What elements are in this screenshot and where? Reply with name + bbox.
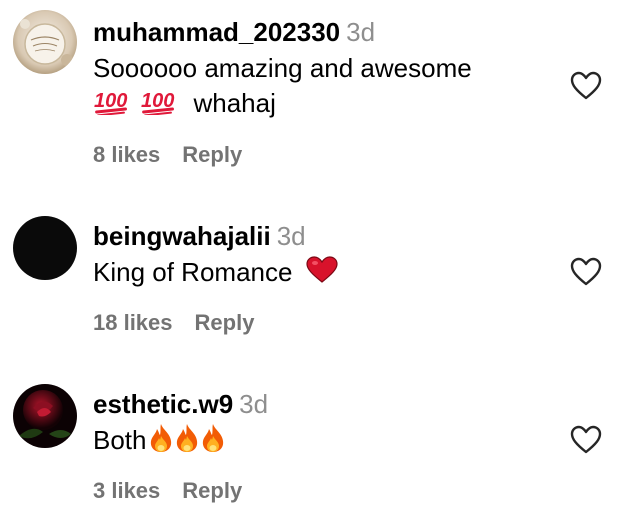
avatar-rose-image [13,384,77,448]
fire-icon [148,423,174,461]
username-text[interactable]: muhammad_202330 [93,17,340,47]
like-button[interactable] [570,425,602,455]
heart-outline-icon [570,71,602,100]
comment-text: Both [93,423,226,461]
comment-username[interactable]: muhammad_202330 3d [93,16,375,48]
comment-timestamp: 3d [276,221,306,251]
comment-meta: 8 likes Reply [93,141,242,169]
comment-text-line: Both [93,425,147,455]
comment-meta: 3 likes Reply [93,477,242,505]
comment-username[interactable]: beingwahajalii 3d [93,220,306,252]
reply-button[interactable]: Reply [182,142,242,167]
avatar[interactable] [13,384,77,448]
comment-username[interactable]: esthetic.w9 3d [93,388,268,420]
comment-timestamp: 3d [346,17,376,47]
avatar[interactable] [13,216,77,280]
hundred-points-icon: 100 [140,87,178,123]
heart-outline-icon [570,257,602,286]
username-text[interactable]: beingwahajalii [93,221,271,251]
likes-count-link[interactable]: 3 likes [93,478,160,503]
comment-text-line: King of Romance [93,257,293,287]
avatar-cake-image [13,10,77,74]
comment-timestamp: 3d [239,389,269,419]
fire-icon [174,423,200,461]
comment-text: King of Romance [93,255,340,292]
reply-button[interactable]: Reply [182,478,242,503]
like-button[interactable] [570,71,602,101]
username-text[interactable]: esthetic.w9 [93,389,233,419]
comment-text-line: Soooooo amazing and awesome [93,53,472,83]
reply-button[interactable]: Reply [195,310,255,335]
comment-text-line-2: 100 100 whahaj [93,86,276,123]
fire-icon [200,423,226,461]
hundred-points-icon: 100 [93,87,131,123]
heart-outline-icon [570,425,602,454]
like-button[interactable] [570,257,602,287]
red-heart-icon [306,256,338,292]
avatar[interactable] [13,10,77,74]
avatar-dark-image [13,216,77,280]
comment-meta: 18 likes Reply [93,309,254,337]
comment-text: Soooooo amazing and awesome [93,51,472,85]
comment-text-word: whahaj [193,88,276,118]
likes-count-link[interactable]: 18 likes [93,310,173,335]
likes-count-link[interactable]: 8 likes [93,142,160,167]
